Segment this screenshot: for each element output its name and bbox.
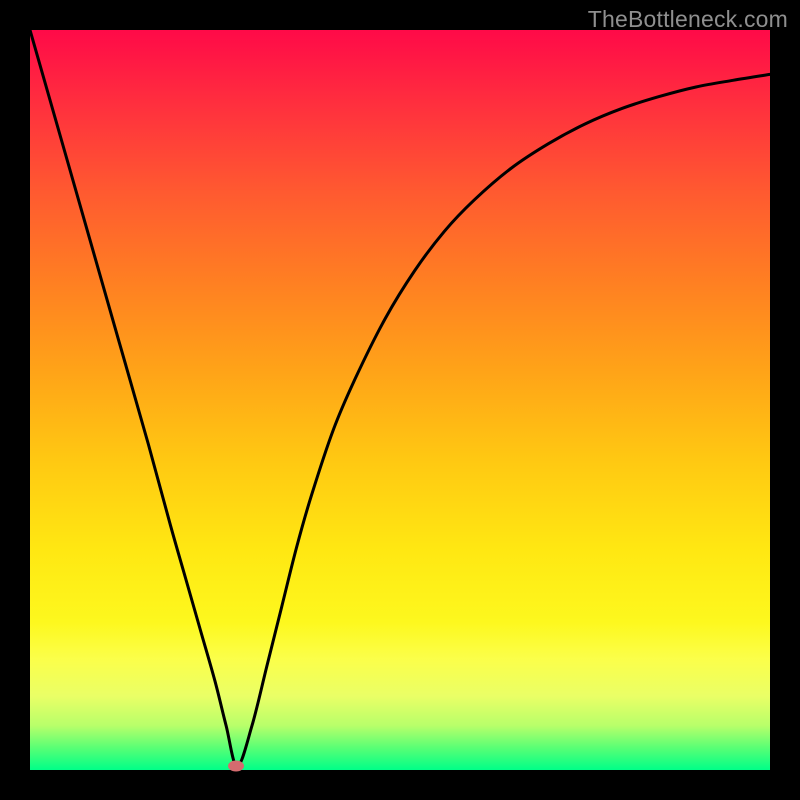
chart-container: TheBottleneck.com: [0, 0, 800, 800]
watermark-label: TheBottleneck.com: [588, 6, 788, 33]
minimum-marker: [228, 760, 244, 771]
bottleneck-curve: [30, 30, 770, 770]
plot-area: [30, 30, 770, 770]
